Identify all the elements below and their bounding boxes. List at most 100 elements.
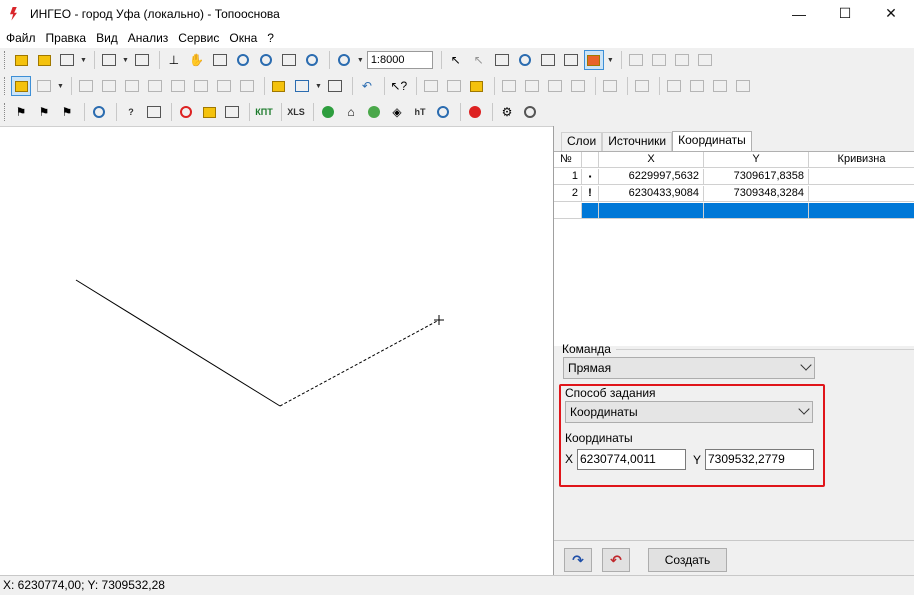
table-row[interactable]: 1 ▪ 6229997,5632 7309617,8358	[554, 169, 914, 185]
copy-dropdown-icon[interactable]: ▼	[57, 83, 64, 90]
snap-vertex-icon[interactable]	[444, 76, 464, 96]
maximize-button[interactable]: ☐	[822, 0, 868, 27]
toolbar-grip[interactable]	[4, 103, 7, 121]
menu-view[interactable]: Вид	[92, 31, 122, 45]
layers-dropdown-icon[interactable]: ▼	[80, 57, 87, 64]
group-add-icon[interactable]	[672, 50, 692, 70]
mirror-icon[interactable]	[237, 76, 257, 96]
color-picker-icon[interactable]	[364, 102, 384, 122]
navigate-icon[interactable]: ◈	[387, 102, 407, 122]
coordinate-axes-icon[interactable]: ⊥	[164, 50, 184, 70]
row-y[interactable]	[704, 203, 809, 219]
plugin-icon[interactable]	[465, 102, 485, 122]
menu-service[interactable]: Сервис	[174, 31, 223, 45]
add-vertex-icon[interactable]	[76, 76, 96, 96]
copy-object-icon[interactable]	[34, 76, 54, 96]
doc-remove-icon[interactable]	[710, 76, 730, 96]
print-icon[interactable]	[132, 50, 152, 70]
zoom-frame-icon[interactable]	[210, 50, 230, 70]
pan-hand-icon[interactable]: ✋	[187, 50, 207, 70]
header-x[interactable]: X	[599, 152, 704, 168]
height-icon[interactable]: hT	[410, 102, 430, 122]
zoom-previous-icon[interactable]	[302, 50, 322, 70]
find-icon[interactable]	[89, 102, 109, 122]
measure-icon[interactable]	[222, 102, 242, 122]
create-button[interactable]: Создать	[648, 548, 727, 572]
table-icon[interactable]	[292, 76, 312, 96]
row-x[interactable]: 6230433,9084	[599, 186, 704, 202]
row-curvature[interactable]	[809, 203, 914, 219]
redo-button[interactable]: ↷	[564, 548, 592, 572]
preview-dropdown-icon[interactable]: ▼	[122, 57, 129, 64]
method-select[interactable]: Координаты	[565, 401, 813, 423]
minimize-button[interactable]: —	[776, 0, 822, 27]
row-x[interactable]: 6229997,5632	[599, 169, 704, 185]
map-canvas[interactable]	[0, 126, 553, 575]
header-curvature[interactable]: Кривизна	[809, 152, 914, 168]
menu-edit[interactable]: Правка	[42, 31, 91, 45]
doc-check-icon[interactable]	[687, 76, 707, 96]
globe-icon[interactable]	[318, 102, 338, 122]
zoom-out-icon[interactable]	[256, 50, 276, 70]
edit-mode-dropdown-icon[interactable]: ▼	[607, 57, 614, 64]
split-icon[interactable]	[145, 76, 165, 96]
group-remove-icon[interactable]	[695, 50, 715, 70]
scale-dropdown-icon[interactable]: ▼	[357, 57, 364, 64]
route-icon[interactable]: ⚑	[11, 102, 31, 122]
select-lasso-icon[interactable]	[515, 50, 535, 70]
route-add-icon[interactable]: ⚑	[34, 102, 54, 122]
ungroup-icon[interactable]	[649, 50, 669, 70]
header-number[interactable]: №	[554, 152, 582, 168]
snap-icon[interactable]	[421, 76, 441, 96]
toolbar-grip[interactable]	[4, 77, 7, 95]
group-icon[interactable]	[626, 50, 646, 70]
report-icon[interactable]	[144, 102, 164, 122]
x-coordinate-input[interactable]: 6230774,0011	[577, 449, 686, 470]
tab-layers[interactable]: Слои	[561, 132, 603, 151]
new-object-icon[interactable]	[11, 76, 31, 96]
zoom-in-icon[interactable]	[233, 50, 253, 70]
close-button[interactable]: ✕	[868, 0, 914, 27]
open-map-icon[interactable]	[34, 50, 54, 70]
row-x[interactable]	[599, 203, 704, 219]
undo-icon[interactable]: ↶	[357, 76, 377, 96]
doc-add-icon[interactable]	[664, 76, 684, 96]
snap-edit-icon[interactable]	[467, 76, 487, 96]
toolbar-grip[interactable]	[4, 51, 7, 69]
row-y[interactable]: 7309617,8358	[704, 169, 809, 185]
select-rect-icon[interactable]	[492, 50, 512, 70]
home-icon[interactable]: ⌂	[341, 102, 361, 122]
intersect-icon[interactable]	[522, 76, 542, 96]
no-entry-icon[interactable]	[176, 102, 196, 122]
delete-vertex-icon[interactable]	[122, 76, 142, 96]
header-y[interactable]: Y	[704, 152, 809, 168]
row-y[interactable]: 7309348,3284	[704, 186, 809, 202]
select-polygon-icon[interactable]	[538, 50, 558, 70]
xor-icon[interactable]	[568, 76, 588, 96]
undo-button[interactable]: ↶	[602, 548, 630, 572]
row-curvature[interactable]	[809, 186, 914, 202]
menu-analysis[interactable]: Анализ	[124, 31, 173, 45]
move-vertex-icon[interactable]	[99, 76, 119, 96]
menu-file[interactable]: Файл	[2, 31, 40, 45]
scale-icon[interactable]	[334, 50, 354, 70]
table-row-new-selected[interactable]	[554, 203, 914, 219]
slice-icon[interactable]	[600, 76, 620, 96]
help-icon[interactable]	[433, 102, 453, 122]
zoom-extent-icon[interactable]	[279, 50, 299, 70]
select-add-icon[interactable]: ↖	[469, 50, 489, 70]
settings-icon[interactable]: ⚙	[497, 102, 517, 122]
y-coordinate-input[interactable]: 7309532,2779	[705, 449, 814, 470]
join-icon[interactable]	[168, 76, 188, 96]
menu-windows[interactable]: Окна	[225, 31, 261, 45]
layers-icon[interactable]	[57, 50, 77, 70]
kpt-download-icon[interactable]: КПТ	[254, 102, 274, 122]
route-edit-icon[interactable]: ⚑	[57, 102, 77, 122]
edit-mode-icon[interactable]	[583, 50, 604, 70]
help-cursor-icon[interactable]: ↖?	[389, 76, 409, 96]
buffer-icon[interactable]	[632, 76, 652, 96]
legend-icon[interactable]	[199, 102, 219, 122]
print-preview-icon[interactable]	[99, 50, 119, 70]
table-row[interactable]: 2 ! 6230433,9084 7309348,3284	[554, 186, 914, 202]
properties-icon[interactable]	[325, 76, 345, 96]
